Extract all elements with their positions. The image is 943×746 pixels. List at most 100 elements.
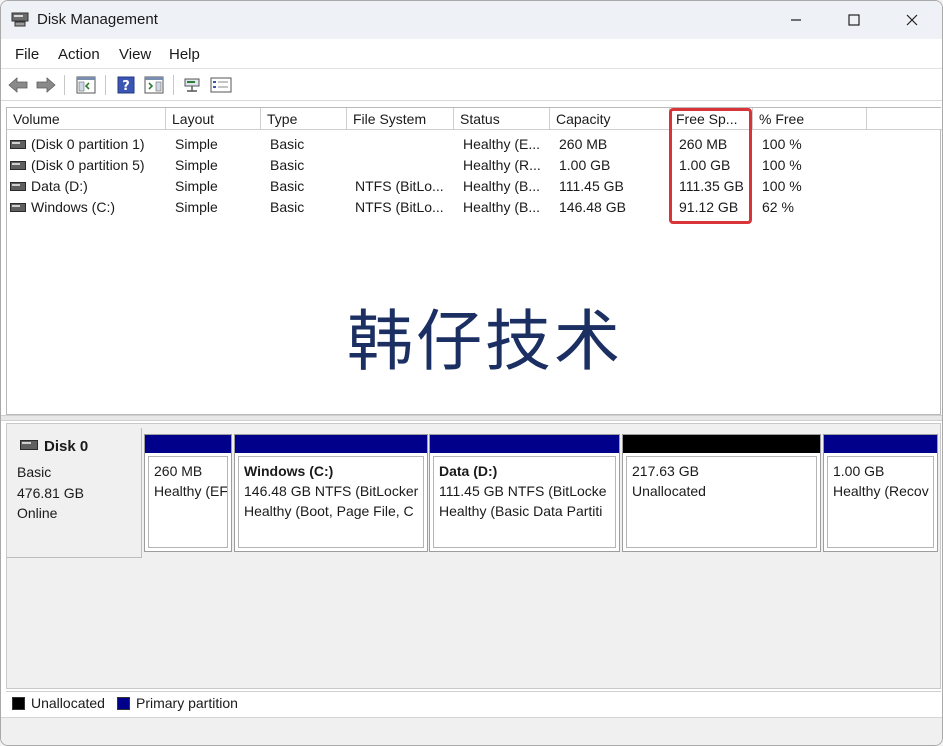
partition-details: 260 MB Healthy (EFI (148, 456, 228, 548)
cell-status: Healthy (E... (463, 136, 541, 152)
cell-layout: Simple (175, 178, 218, 194)
partition-recovery[interactable]: 1.00 GB Healthy (Recov (823, 434, 938, 552)
partition-status: Healthy (Boot, Page File, C (244, 503, 414, 519)
table-row[interactable]: (Disk 0 partition 1) Simple Basic Health… (7, 134, 937, 155)
disk-management-app-icon (11, 12, 29, 27)
close-button[interactable] (883, 1, 941, 39)
cell-percent-free: 100 % (762, 157, 802, 173)
cell-percent-free: 100 % (762, 136, 802, 152)
partition-details: Windows (C:) 146.48 GB NTFS (BitLocker H… (238, 456, 424, 548)
table-row[interactable]: Data (D:) Simple Basic NTFS (BitLo... He… (7, 176, 937, 197)
show-action-pane-button[interactable] (143, 74, 165, 96)
disk-icon (20, 440, 38, 450)
disk-management-window: Disk Management File Action View Help ? (0, 0, 943, 746)
minimize-button[interactable] (767, 1, 825, 39)
primary-partition-bar (430, 435, 619, 453)
toolbar-separator (105, 75, 106, 95)
cell-file-system (355, 155, 453, 176)
disk-type: Basic (17, 464, 52, 480)
partition-size: 217.63 GB (632, 463, 699, 479)
cell-volume: Windows (C:) (31, 199, 116, 215)
window-title: Disk Management (37, 11, 158, 28)
menu-file[interactable]: File (15, 46, 39, 63)
menu-help[interactable]: Help (169, 46, 200, 63)
forward-button[interactable] (35, 74, 57, 96)
partition-windows-c[interactable]: Windows (C:) 146.48 GB NTFS (BitLocker H… (234, 434, 428, 552)
cell-layout: Simple (175, 199, 218, 215)
partition-size: 1.00 GB (833, 463, 885, 479)
title-bar: Disk Management (1, 1, 942, 39)
watermark-text: 韩仔技术 (347, 303, 623, 380)
partition-title: Data (D:) (439, 463, 498, 479)
partition-details: Data (D:) 111.45 GB NTFS (BitLocke Healt… (433, 456, 616, 548)
properties-icon (210, 77, 232, 93)
column-header-layout[interactable]: Layout (166, 108, 261, 130)
back-arrow-icon (8, 77, 28, 93)
partition-size: 146.48 GB NTFS (BitLocker (244, 483, 419, 499)
primary-partition-bar (824, 435, 937, 453)
forward-arrow-icon (36, 77, 56, 93)
column-header-type[interactable]: Type (261, 108, 347, 130)
toolbar-separator (64, 75, 65, 95)
column-header-percent-free[interactable]: % Free (753, 108, 867, 130)
cell-volume: Data (D:) (31, 178, 88, 194)
partition-status: Unallocated (632, 483, 706, 499)
partition-unallocated[interactable]: 217.63 GB Unallocated (622, 434, 821, 552)
disk-graphical-view: Disk 0 Basic 476.81 GB Online 260 MB Hea… (6, 423, 941, 689)
cell-type: Basic (270, 178, 305, 194)
unallocated-bar (623, 435, 820, 453)
cell-layout: Simple (175, 136, 218, 152)
partition-efi[interactable]: 260 MB Healthy (EFI (144, 434, 232, 552)
partition-data-d[interactable]: Data (D:) 111.45 GB NTFS (BitLocke Healt… (429, 434, 620, 552)
properties-button[interactable] (210, 74, 232, 96)
partition-status: Healthy (Recov (833, 483, 929, 499)
help-button[interactable]: ? (115, 74, 137, 96)
menu-action[interactable]: Action (58, 46, 100, 63)
partition-status: Healthy (EFI (154, 483, 228, 499)
free-space-highlight-box (669, 108, 752, 224)
show-hide-console-tree-button[interactable] (75, 74, 97, 96)
pane-splitter[interactable] (1, 415, 942, 421)
help-icon: ? (117, 76, 135, 94)
cell-capacity: 1.00 GB (559, 157, 611, 173)
disk-status: Online (17, 505, 58, 521)
connect-button[interactable] (182, 74, 204, 96)
table-row[interactable]: (Disk 0 partition 5) Simple Basic Health… (7, 155, 937, 176)
cell-capacity: 260 MB (559, 136, 608, 152)
cell-capacity: 146.48 GB (559, 199, 626, 215)
action-pane-icon (144, 76, 164, 94)
cell-volume: (Disk 0 partition 5) (31, 157, 145, 173)
cell-volume: (Disk 0 partition 1) (31, 136, 145, 152)
menu-view[interactable]: View (119, 46, 151, 63)
volume-icon (10, 140, 26, 149)
unallocated-swatch (12, 697, 25, 710)
column-header-volume[interactable]: Volume (7, 108, 166, 130)
cell-status: Healthy (B... (463, 199, 541, 215)
legend-unallocated-label: Unallocated (31, 695, 105, 711)
column-header-empty (867, 108, 942, 130)
cell-status: Healthy (B... (463, 178, 541, 194)
primary-partition-bar (235, 435, 427, 453)
column-header-file-system[interactable]: File System (347, 108, 454, 130)
column-header-status[interactable]: Status (454, 108, 550, 130)
partition-status: Healthy (Basic Data Partiti (439, 503, 603, 519)
cell-file-system: NTFS (BitLo... (355, 199, 444, 215)
cell-layout: Simple (175, 157, 218, 173)
partition-details: 1.00 GB Healthy (Recov (827, 456, 934, 548)
back-button[interactable] (7, 74, 29, 96)
cell-percent-free: 100 % (762, 178, 802, 194)
maximize-button[interactable] (825, 1, 883, 39)
toolbar: ? (1, 69, 942, 101)
close-icon (906, 14, 918, 26)
table-row[interactable]: Windows (C:) Simple Basic NTFS (BitLo...… (7, 197, 937, 218)
disk-name: Disk 0 (44, 438, 89, 455)
cell-type: Basic (270, 199, 305, 215)
legend-bar: Unallocated Primary partition (6, 691, 941, 715)
legend-primary-label: Primary partition (136, 695, 238, 711)
cell-capacity: 111.45 GB (559, 178, 624, 194)
cell-status: Healthy (R... (463, 157, 541, 173)
volume-icon (10, 161, 26, 170)
column-header-capacity[interactable]: Capacity (550, 108, 670, 130)
partition-size: 111.45 GB NTFS (BitLocke (439, 483, 607, 499)
disk-0-label[interactable]: Disk 0 Basic 476.81 GB Online (7, 428, 142, 558)
